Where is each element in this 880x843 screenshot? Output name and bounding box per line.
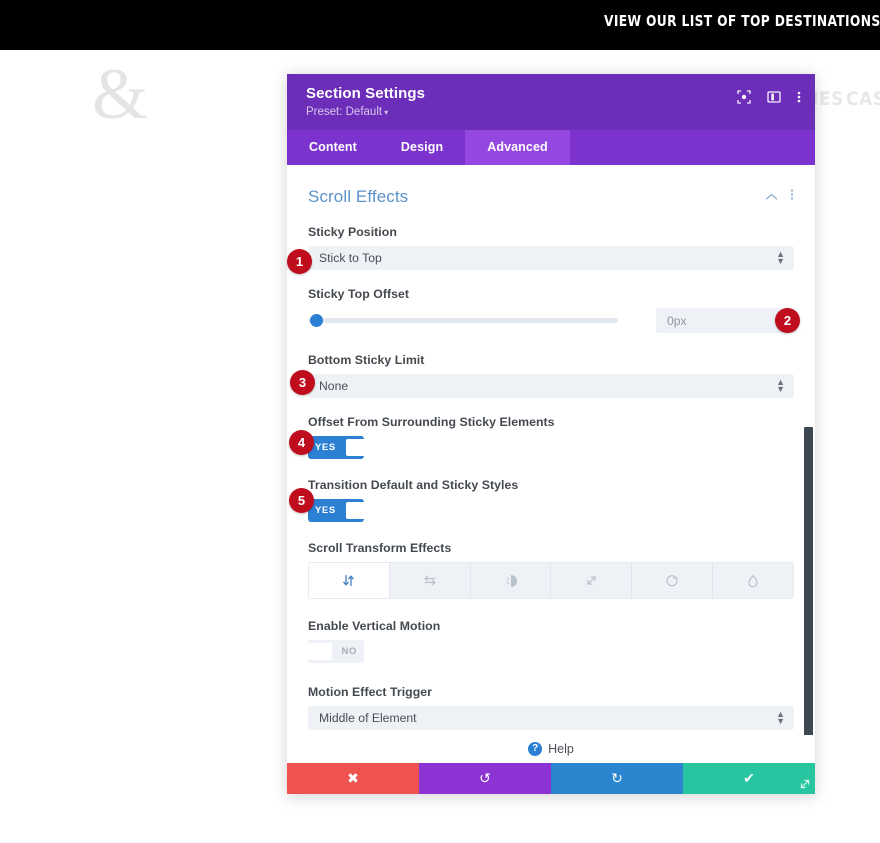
section-title: Scroll Effects xyxy=(308,187,409,206)
tab-content[interactable]: Content xyxy=(287,130,379,165)
bottom-sticky-limit-select[interactable]: None ▲ ▼ xyxy=(308,374,794,398)
transition-styles-toggle[interactable]: YES xyxy=(308,499,364,522)
chevron-up-icon[interactable] xyxy=(765,188,778,206)
background-ampersand: & xyxy=(92,54,149,134)
callout-badge-2: 2 xyxy=(775,308,800,333)
preset-label: Preset: Default xyxy=(306,106,383,118)
help-label: Help xyxy=(548,742,574,756)
bottom-sticky-limit-label: Bottom Sticky Limit xyxy=(308,353,425,367)
background-word-fragment-1: IES xyxy=(812,88,844,110)
field-motion-effect-trigger: Motion Effect Trigger Middle of Element … xyxy=(308,685,794,730)
transition-styles-label: Transition Default and Sticky Styles xyxy=(308,478,519,492)
settings-scroll-area: Scroll Effects Sticky Position Stick to … xyxy=(287,165,815,735)
sticky-top-offset-slider[interactable] xyxy=(308,311,618,331)
section-settings-modal: Section Settings Preset: Default ▾ Conte… xyxy=(287,74,815,794)
banner-text: VIEW OUR LIST OF TOP DESTINATIONS FOR TH… xyxy=(604,12,880,30)
check-icon: ✔ xyxy=(743,770,755,786)
toggle-knob xyxy=(345,439,364,456)
enable-vertical-motion-label: Enable Vertical Motion xyxy=(308,619,441,633)
bottom-sticky-limit-value: None xyxy=(319,379,349,393)
scroll-transform-effects-row xyxy=(308,562,794,599)
undo-icon: ↺ xyxy=(479,770,491,786)
modal-body: Scroll Effects Sticky Position Stick to … xyxy=(287,165,815,735)
field-transition-styles: Transition Default and Sticky Styles YES xyxy=(308,478,794,522)
scale-icon[interactable] xyxy=(551,563,633,598)
cancel-button[interactable]: ✖ xyxy=(287,763,419,794)
scrollbar-thumb[interactable] xyxy=(804,427,813,735)
field-enable-vertical-motion: Enable Vertical Motion NO xyxy=(308,619,794,665)
toggle-state-label: NO xyxy=(341,646,357,657)
modal-header: Section Settings Preset: Default ▾ xyxy=(287,74,815,130)
sticky-top-offset-label: Sticky Top Offset xyxy=(308,287,410,301)
offset-surrounding-toggle[interactable]: YES xyxy=(308,436,364,459)
toggle-knob xyxy=(308,643,332,660)
sticky-position-label: Sticky Position xyxy=(308,225,397,239)
help-bar[interactable]: ? Help xyxy=(287,735,815,763)
sticky-position-select[interactable]: Stick to Top ▲ ▼ xyxy=(308,246,794,270)
modal-header-icons xyxy=(737,90,801,104)
chevron-down-icon: ▾ xyxy=(384,108,389,117)
callout-badge-3: 3 xyxy=(290,370,315,395)
slider-knob[interactable] xyxy=(310,314,323,327)
enable-vertical-motion-toggle[interactable]: NO xyxy=(308,640,364,663)
scroll-effects-section-header: Scroll Effects xyxy=(308,187,794,207)
horizontal-motion-icon[interactable] xyxy=(389,563,471,598)
tab-design[interactable]: Design xyxy=(379,130,465,165)
undo-button[interactable]: ↺ xyxy=(419,763,551,794)
slider-track xyxy=(308,318,618,323)
modal-footer: ✖ ↺ ↻ ✔ xyxy=(287,763,815,794)
motion-effect-trigger-value: Middle of Element xyxy=(319,711,417,725)
field-bottom-sticky-limit: Bottom Sticky Limit None ▲ ▼ xyxy=(308,353,794,398)
modal-tabbar: Content Design Advanced xyxy=(287,130,815,165)
question-mark-icon: ? xyxy=(528,742,543,756)
rotate-icon[interactable] xyxy=(632,563,714,598)
screenshot-root: VIEW OUR LIST OF TOP DESTINATIONS FOR TH… xyxy=(0,0,880,843)
background-word-fragment-2: CASE xyxy=(846,88,880,110)
tab-advanced[interactable]: Advanced xyxy=(465,130,570,165)
vertical-motion-icon[interactable] xyxy=(309,563,390,598)
select-arrows-icon: ▲ ▼ xyxy=(776,709,785,726)
callout-badge-1: 1 xyxy=(287,249,312,274)
fade-icon[interactable] xyxy=(470,563,552,598)
field-sticky-top-offset: Sticky Top Offset xyxy=(308,287,796,333)
callout-badge-5: 5 xyxy=(289,488,314,513)
focus-target-icon[interactable] xyxy=(737,90,751,104)
resize-handle-icon[interactable] xyxy=(795,774,815,794)
site-top-banner: VIEW OUR LIST OF TOP DESTINATIONS FOR TH… xyxy=(0,0,880,50)
toggle-state-label: YES xyxy=(315,505,336,516)
callout-badge-4: 4 xyxy=(289,430,314,455)
offset-surrounding-label: Offset From Surrounding Sticky Elements xyxy=(308,415,555,429)
field-offset-surrounding: Offset From Surrounding Sticky Elements … xyxy=(308,415,794,459)
more-vertical-icon[interactable] xyxy=(797,90,801,104)
close-icon: ✖ xyxy=(347,770,359,786)
preset-selector[interactable]: Preset: Default ▾ xyxy=(306,106,799,119)
field-scroll-transform-effects: Scroll Transform Effects xyxy=(308,541,794,599)
select-arrows-icon: ▲ ▼ xyxy=(776,377,785,394)
motion-effect-trigger-select[interactable]: Middle of Element ▲ ▼ xyxy=(308,706,794,730)
layout-panel-icon[interactable] xyxy=(767,90,781,104)
field-sticky-position: Sticky Position Stick to Top ▲ ▼ xyxy=(308,225,794,270)
sticky-position-value: Stick to Top xyxy=(319,251,382,265)
select-arrows-icon: ▲ ▼ xyxy=(776,249,785,266)
motion-effect-trigger-label: Motion Effect Trigger xyxy=(308,685,433,699)
redo-button[interactable]: ↻ xyxy=(551,763,683,794)
scroll-transform-effects-label: Scroll Transform Effects xyxy=(308,541,452,555)
redo-icon: ↻ xyxy=(611,770,623,786)
page-title: Section Settings xyxy=(306,85,426,102)
toggle-knob xyxy=(345,502,364,519)
blur-icon[interactable] xyxy=(713,563,793,598)
more-vertical-icon[interactable] xyxy=(790,188,794,206)
